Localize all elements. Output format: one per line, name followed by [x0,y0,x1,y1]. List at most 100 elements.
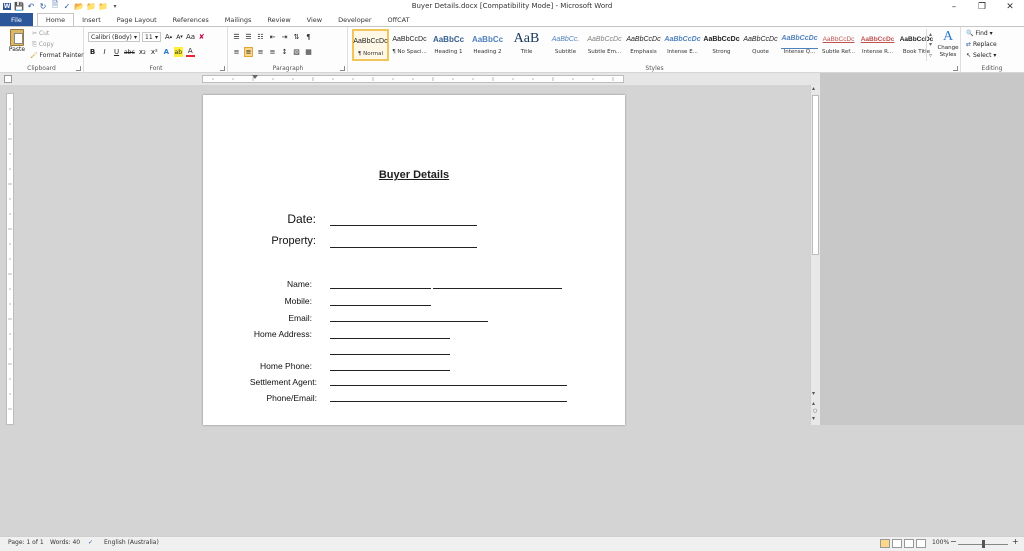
italic-button[interactable]: I [100,47,109,57]
browse-object-icon[interactable]: ○ [813,408,817,414]
scroll-up-icon[interactable]: ▴ [812,85,815,92]
numbering-icon[interactable]: ☰ [244,32,253,42]
clear-formatting-icon[interactable]: ✘ [197,32,206,42]
underline-button[interactable]: U [112,47,121,57]
highlight-button[interactable]: ab [173,47,183,57]
copy-button[interactable]: ⎘ Copy [32,41,54,49]
zoom-out-icon[interactable]: − [950,537,957,546]
align-center-icon[interactable]: ≡ [244,47,253,57]
restore-icon[interactable]: ❐ [968,0,996,13]
tab-offcat[interactable]: OffCAT [380,13,418,26]
sort-icon[interactable]: ⇅ [292,32,301,42]
change-styles-button[interactable]: A Change Styles [936,29,960,63]
font-name-combo[interactable]: Calibri (Body) ▾ [88,32,140,42]
line-spacing-icon[interactable]: ↕ [280,47,289,57]
tab-file[interactable]: File [0,13,33,26]
change-case-button[interactable]: Aa [186,32,195,42]
zoom-level[interactable]: 100% [932,539,949,546]
bold-button[interactable]: B [88,47,97,57]
language[interactable]: English (Australia) [104,539,159,546]
tab-mailings[interactable]: Mailings [217,13,260,26]
tab-review[interactable]: Review [259,13,298,26]
align-left-icon[interactable]: ≡ [232,47,241,57]
style-strong[interactable]: AaBbCcDc Strong [703,29,740,61]
styles-scroll-down-icon[interactable]: ▾ [929,41,932,48]
style-emphasis[interactable]: AaBbCcDc Emphasis [625,29,662,61]
zoom-in-icon[interactable]: + [1012,537,1019,546]
select-button[interactable]: ↖ Select ▾ [966,52,996,59]
font-size-combo[interactable]: 11 ▾ [142,32,161,42]
scrollbar-thumb[interactable] [812,95,819,255]
strikethrough-button[interactable]: abc [124,47,135,57]
find-button[interactable]: 🔍 Find ▾ [966,30,993,37]
subscript-button[interactable]: x₂ [138,47,147,57]
multilevel-list-icon[interactable]: ☷ [256,32,265,42]
style-subtle-emphasis[interactable]: AaBbCcDc Subtle Em... [586,29,623,61]
web-layout-icon[interactable] [904,539,914,548]
shrink-font-button[interactable]: A ▾ [175,32,184,42]
style-normal[interactable]: AaBbCcDc ¶ Normal [352,29,389,61]
name-field-line[interactable] [330,288,431,289]
justify-icon[interactable]: ≡ [268,47,277,57]
next-page-icon[interactable]: ▾ [812,415,815,422]
clipboard-launcher-icon[interactable] [76,66,81,71]
proofing-icon[interactable]: ✓ [88,539,93,546]
cut-button[interactable]: ✂ Cut [32,30,49,37]
zoom-slider-thumb[interactable] [982,540,985,548]
style-quote[interactable]: AaBbCcDc Quote [742,29,779,61]
replace-button[interactable]: ⇄ Replace [966,41,997,48]
tab-view[interactable]: View [299,13,330,26]
text-effects-button[interactable]: A [162,47,171,57]
tab-page-layout[interactable]: Page Layout [109,13,165,26]
styles-launcher-icon[interactable] [953,66,958,71]
font-launcher-icon[interactable] [220,66,225,71]
tab-home[interactable]: Home [36,13,75,26]
show-formatting-icon[interactable]: ¶ [304,32,313,42]
superscript-button[interactable]: x² [150,47,159,57]
horizontal-ruler[interactable] [202,75,624,83]
paste-button[interactable]: Paste [6,29,28,61]
style-heading-2[interactable]: AaBbCc Heading 2 [469,29,506,61]
vertical-ruler[interactable] [6,93,14,425]
settlement-agent-field-line[interactable] [330,385,567,386]
home-phone-field-line[interactable] [330,370,450,371]
previous-page-icon[interactable]: ▴ [812,400,815,407]
first-line-indent-icon[interactable] [252,75,258,79]
scroll-down-icon[interactable]: ▾ [812,390,815,397]
tab-selector-icon[interactable] [4,75,12,83]
email-field-line[interactable] [330,321,488,322]
home-address-line-2[interactable] [330,354,450,355]
outline-icon[interactable] [916,539,926,548]
home-address-line-1[interactable] [330,338,450,339]
phone-email-field-line[interactable] [330,401,567,402]
style-no-spacing[interactable]: AaBbCcDc ¶ No Spaci... [391,29,428,61]
style-heading-1[interactable]: AaBbCc Heading 1 [430,29,467,61]
format-painter-button[interactable]: 🖌 Format Painter [30,52,84,59]
font-color-button[interactable]: A [185,47,195,57]
mobile-field-line[interactable] [330,305,431,306]
styles-scroll-up-icon[interactable]: ▴ [929,31,932,38]
style-intense-quote[interactable]: AaBbCcDc Intense Q... [781,29,818,61]
tab-insert[interactable]: Insert [74,13,109,26]
print-layout-icon[interactable] [880,539,890,548]
style-intense-reference[interactable]: AaBbCcDc Intense R... [859,29,896,61]
tab-developer[interactable]: Developer [330,13,379,26]
style-title[interactable]: AaB Title [508,29,545,61]
property-field-line[interactable] [330,247,477,248]
style-subtitle[interactable]: AaBbCc. Subtitle [547,29,584,61]
style-intense-emphasis[interactable]: AaBbCcDc Intense E... [664,29,701,61]
close-icon[interactable]: ✕ [996,0,1024,13]
decrease-indent-icon[interactable]: ⇤ [268,32,277,42]
grow-font-button[interactable]: A ▴ [164,32,173,42]
borders-icon[interactable]: ▦ [304,47,313,57]
increase-indent-icon[interactable]: ⇥ [280,32,289,42]
bullets-icon[interactable]: ☰ [232,32,241,42]
vertical-scrollbar[interactable]: ▴ ▾ ▴ ○ ▾ [810,85,820,425]
name-field-line-2[interactable] [433,288,562,289]
tab-references[interactable]: References [165,13,217,26]
word-count[interactable]: Words: 40 [50,539,80,546]
date-field-line[interactable] [330,225,477,226]
styles-more-icon[interactable]: ▿ [929,52,932,59]
style-subtle-reference[interactable]: AaBbCcDc Subtle Ref... [820,29,857,61]
shading-icon[interactable]: ▧ [292,47,301,57]
